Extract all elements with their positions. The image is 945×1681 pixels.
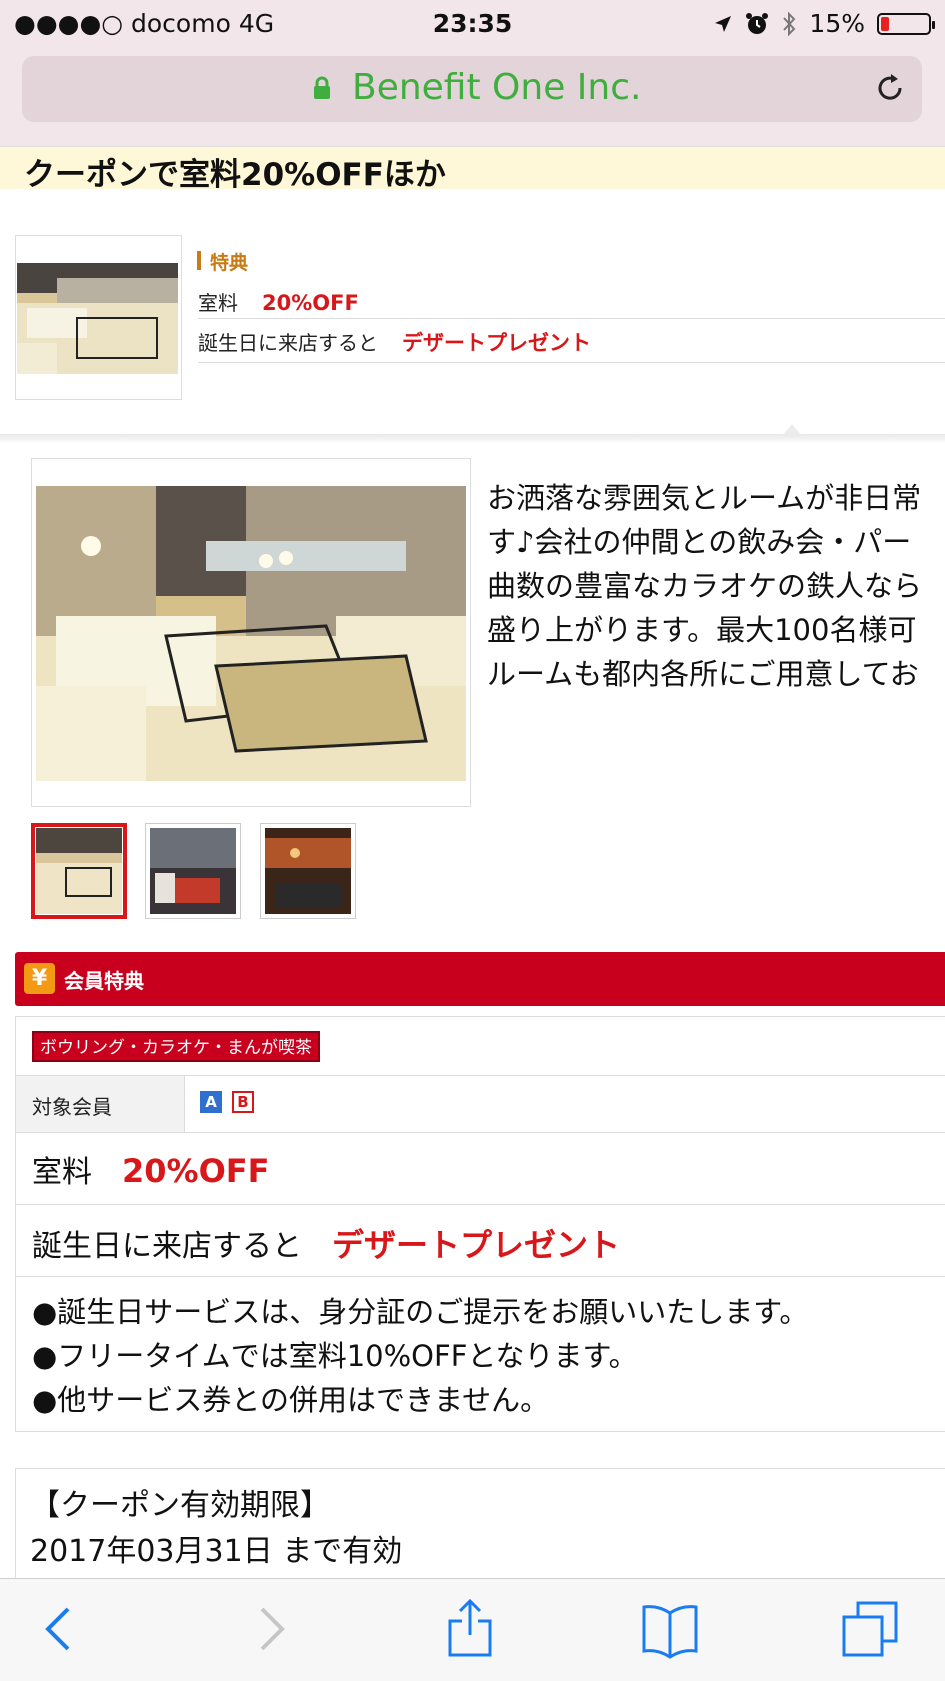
benefit-room-row: 室料 20%OFF	[32, 1147, 270, 1191]
expiry-date: 2017年03月31日 まで有効	[30, 1534, 403, 1569]
battery-percent: 15%	[809, 9, 865, 38]
expiry-heading: 【クーポン有効期限】	[30, 1488, 330, 1523]
section-marker	[197, 251, 201, 270]
target-member-cell: 対象会員	[16, 1076, 185, 1132]
yen-icon: ¥	[24, 963, 55, 994]
category-badge: ボウリング・カラオケ・まんが喫茶	[32, 1031, 320, 1062]
summary-birthday-value: デザートプレゼント	[402, 331, 591, 355]
target-member-label: 対象会員	[32, 1095, 112, 1119]
member-type-a-badge: A	[200, 1091, 222, 1113]
note-item: ●フリータイムでは室料10%OFFとなります。	[32, 1339, 638, 1373]
battery-icon	[877, 12, 935, 35]
tabs-icon[interactable]	[840, 1599, 900, 1659]
note-item: ●誕生日サービスは、身分証のご提示をお願いいたします。	[32, 1295, 809, 1329]
member-type-b-badge: B	[232, 1091, 254, 1113]
page-title-band: クーポンで室料20%OFFほか	[0, 146, 945, 193]
url-bar[interactable]: Benefit One Inc.	[22, 56, 922, 122]
divider	[15, 1204, 945, 1205]
section-shadow	[0, 434, 945, 444]
page-title: クーポンで室料20%OFFほか	[24, 157, 446, 193]
main-photo	[36, 486, 466, 781]
alarm-icon	[746, 12, 769, 34]
benefit-room-value: 20%OFF	[122, 1152, 270, 1190]
status-right: 15%	[713, 9, 935, 38]
summary-thumbnail[interactable]	[17, 263, 178, 374]
summary-row-birthday: 誕生日に来店すると デザートプレゼント	[198, 327, 591, 357]
summary-row-room: 室料 20%OFF	[198, 287, 359, 316]
pointer-notch	[782, 424, 802, 436]
share-icon[interactable]	[440, 1599, 500, 1659]
expiry-text: 【クーポン有効期限】 2017年03月31日 まで有効	[30, 1483, 402, 1575]
back-icon[interactable]	[30, 1599, 90, 1659]
reload-icon[interactable]	[872, 70, 908, 106]
browser-toolbar	[0, 1578, 945, 1681]
url-host: Benefit One Inc.	[352, 67, 642, 108]
benefit-room-label: 室料	[32, 1155, 92, 1190]
bookmarks-icon[interactable]	[640, 1599, 700, 1659]
divider	[198, 362, 945, 363]
summary-birthday-label: 誕生日に来店すると	[198, 331, 378, 355]
divider	[15, 1132, 945, 1133]
gallery-thumb-3[interactable]	[260, 823, 356, 919]
lock-icon	[314, 76, 330, 99]
benefit-birthday-value: デザートプレゼント	[332, 1226, 621, 1264]
summary-room-value: 20%OFF	[262, 291, 359, 315]
tokuten-label: 特典	[210, 252, 249, 274]
summary-room-label: 室料	[198, 291, 238, 315]
bluetooth-icon	[783, 11, 796, 36]
benefit-birthday-label: 誕生日に来店すると	[32, 1229, 302, 1264]
note-item: ●他サービス券との併用はできません。	[32, 1383, 550, 1417]
benefit-notes: ●誕生日サービスは、身分証のご提示をお願いいたします。 ●フリータイムでは室料1…	[32, 1290, 808, 1422]
member-benefit-label: 会員特典	[64, 969, 144, 993]
shop-description: お洒落な雰囲気とルームが非日常 す♪会社の仲間との飲み会・パー 曲数の豊富なカラ…	[487, 481, 923, 691]
benefit-birthday-row: 誕生日に来店すると デザートプレゼント	[32, 1220, 620, 1266]
gallery-thumb-2[interactable]	[145, 823, 241, 919]
gallery-thumb-1[interactable]	[31, 823, 127, 919]
member-benefit-header: ¥ 会員特典	[15, 952, 945, 1006]
divider	[198, 318, 945, 319]
location-arrow-icon	[715, 15, 732, 32]
divider	[15, 1276, 945, 1277]
status-bar: ●●●●○ docomo 4G 23:35 15%	[0, 0, 945, 46]
forward-icon[interactable]	[240, 1599, 300, 1659]
